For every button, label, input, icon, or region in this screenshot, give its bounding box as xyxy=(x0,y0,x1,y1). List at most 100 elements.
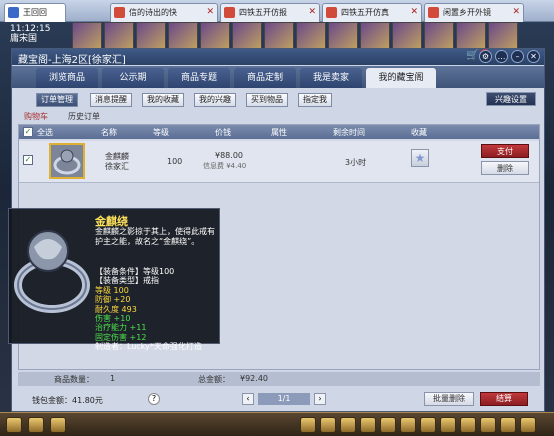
avatar[interactable] xyxy=(296,22,326,50)
sub-tab-interests[interactable]: 我的兴趣 xyxy=(194,93,236,107)
browser-tab-1[interactable]: 王回回 xyxy=(4,3,66,22)
help-icon[interactable]: ? xyxy=(148,393,160,405)
chat-icon[interactable]: … xyxy=(495,50,508,63)
hotbar-slot-icon[interactable] xyxy=(28,417,44,433)
browser-tab-2[interactable]: 信的诗出的快 ✕ xyxy=(110,3,218,22)
table-header: ✓ 全选 名称 等级 价钱 属性 剩余时间 收藏 xyxy=(19,125,539,139)
avatar[interactable] xyxy=(200,22,230,50)
summary-bar: 商品数量： 1 总金额： ¥92.40 xyxy=(18,372,540,386)
next-page-icon[interactable]: › xyxy=(314,393,326,405)
close-icon[interactable]: ✕ xyxy=(512,7,520,17)
wallet-balance: 钱包金额：41.80元 xyxy=(32,396,103,405)
item-level: 100 xyxy=(167,157,183,166)
tab-cart[interactable]: 购物车 xyxy=(24,111,48,122)
hotbar-slot-icon[interactable] xyxy=(6,417,22,433)
checkout-button[interactable]: 结算 xyxy=(480,392,528,406)
row-checkbox[interactable]: ✓ xyxy=(23,155,33,165)
avatar[interactable] xyxy=(72,22,102,50)
avatar[interactable] xyxy=(264,22,294,50)
browser-tab-5[interactable]: 闲置乡开外镜 ✕ xyxy=(424,3,524,22)
window-title: 藏宝阁-上海2区[徐家汇] xyxy=(18,55,126,66)
tab-history-orders[interactable]: 历史订单 xyxy=(68,111,100,122)
sub-tab-assigned[interactable]: 指定我 xyxy=(298,93,332,107)
browser-tab-4[interactable]: 四铁五开仿真 ✕ xyxy=(322,3,422,22)
tooltip-description: 金麒麟之影掠于其上，使得此戒有护主之能，故名之“金麒绕”。 xyxy=(95,227,215,246)
favorite-star-icon[interactable]: ★ xyxy=(411,149,429,167)
hotbar-slot-icon[interactable] xyxy=(500,417,516,433)
avatar[interactable] xyxy=(392,22,422,50)
hotbar-slot-icon[interactable] xyxy=(320,417,336,433)
sub-tab-messages[interactable]: 消息提醒 xyxy=(90,93,132,107)
avatar[interactable] xyxy=(104,22,134,50)
avatar[interactable] xyxy=(424,22,454,50)
sub-tab-favorites[interactable]: 我的收藏 xyxy=(142,93,184,107)
tooltip-line: 固定伤害 +12 xyxy=(95,332,147,342)
sub-tab-orders[interactable]: 订单管理 xyxy=(36,93,78,107)
hotbar-slot-icon[interactable] xyxy=(360,417,376,433)
page-icon xyxy=(114,7,125,18)
window-titlebar[interactable]: 藏宝阁-上海2区[徐家汇] xyxy=(12,49,544,66)
hotbar-slot-icon[interactable] xyxy=(400,417,416,433)
browser-tab-label: 四铁五开仿真 xyxy=(341,8,389,17)
avatar[interactable] xyxy=(232,22,262,50)
batch-delete-button[interactable]: 批量删除 xyxy=(424,392,474,406)
table-row[interactable]: ✓ 金麒麟 徐家汇 100 ¥88.00 信息费 ¥4.40 3小时 ★ 支付 … xyxy=(19,141,539,183)
hotbar-slot-icon[interactable] xyxy=(520,417,536,433)
pay-button[interactable]: 支付 xyxy=(481,144,529,158)
avatar[interactable] xyxy=(488,22,518,50)
sub-tab-bought[interactable]: 买到物品 xyxy=(246,93,288,107)
hotbar-slot-icon[interactable] xyxy=(340,417,356,433)
select-all-checkbox[interactable]: ✓ xyxy=(23,127,33,137)
cart-tabs: 购物车 历史订单 xyxy=(24,111,100,122)
hotbar-slot-icon[interactable] xyxy=(480,417,496,433)
sub-toolbar: 订单管理 消息提醒 我的收藏 我的兴趣 买到物品 指定我 兴趣设置 xyxy=(16,91,540,109)
header-remaining-time: 剩余时间 xyxy=(333,128,365,137)
tooltip-line: 治疗能力 +11 xyxy=(95,323,147,333)
avatar[interactable] xyxy=(168,22,198,50)
count-label: 商品数量： xyxy=(54,375,94,384)
hotbar-slot-icon[interactable] xyxy=(300,417,316,433)
close-icon[interactable]: ✕ xyxy=(410,7,418,17)
tab-topics[interactable]: 商品专题 xyxy=(168,68,230,88)
ring-item-icon[interactable] xyxy=(49,143,85,179)
browser-tab-3[interactable]: 四铁五开仿报 ✕ xyxy=(220,3,320,22)
item-server: 徐家汇 xyxy=(105,162,129,171)
prev-page-icon[interactable]: ‹ xyxy=(242,393,254,405)
browser-tab-label: 四铁五开仿报 xyxy=(239,8,287,17)
avatar[interactable] xyxy=(456,22,486,50)
tab-browse[interactable]: 浏览商品 xyxy=(36,68,98,88)
close-icon[interactable]: ✕ xyxy=(206,7,214,17)
tab-seller[interactable]: 我是卖家 xyxy=(300,68,362,88)
game-clock: 11:12:15 庸宋国 xyxy=(10,24,50,44)
hotbar-slot-icon[interactable] xyxy=(440,417,456,433)
tab-publicity[interactable]: 公示期 xyxy=(102,68,164,88)
main-nav: 浏览商品 公示期 商品专题 商品定制 我是卖家 我的藏宝阁 xyxy=(12,66,544,88)
game-icon xyxy=(8,7,19,18)
avatar[interactable] xyxy=(136,22,166,50)
page-icon xyxy=(224,7,235,18)
hotbar-slot-icon[interactable] xyxy=(460,417,476,433)
hotbar-slot-icon[interactable] xyxy=(380,417,396,433)
settings-icon[interactable]: ⚙ xyxy=(479,50,492,63)
tooltip-line: 【装备类型】戒指 xyxy=(95,276,159,286)
tab-my-pavilion[interactable]: 我的藏宝阁 xyxy=(366,68,436,88)
minimize-icon[interactable]: – xyxy=(511,50,524,63)
count-value: 1 xyxy=(110,374,116,383)
hotbar-slot-icon[interactable] xyxy=(50,417,66,433)
item-fee: 信息费 ¥4.40 xyxy=(203,162,247,170)
party-avatars xyxy=(72,22,552,50)
browser-tab-label: 王回回 xyxy=(23,8,47,17)
hotbar-slot-icon[interactable] xyxy=(420,417,436,433)
close-icon[interactable]: ✕ xyxy=(527,50,540,63)
avatar[interactable] xyxy=(328,22,358,50)
avatar[interactable] xyxy=(360,22,390,50)
delete-button[interactable]: 删除 xyxy=(481,161,529,175)
header-name: 名称 xyxy=(101,128,117,137)
close-icon[interactable]: ✕ xyxy=(308,7,316,17)
interest-settings-button[interactable]: 兴趣设置 xyxy=(486,92,536,106)
header-attributes: 属性 xyxy=(271,128,287,137)
tooltip-line: 防御 +20 xyxy=(95,295,131,305)
item-remaining-time: 3小时 xyxy=(345,158,367,167)
tab-custom[interactable]: 商品定制 xyxy=(234,68,296,88)
header-select-all: 全选 xyxy=(37,128,53,137)
